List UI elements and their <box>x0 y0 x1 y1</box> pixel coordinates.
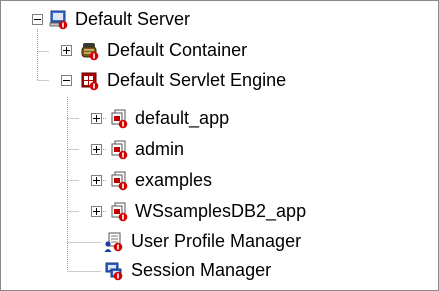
expand-default-app-toggle[interactable] <box>91 113 102 124</box>
tree-item-default-container[interactable]: Default Container <box>107 39 247 61</box>
web-app-icon <box>111 140 128 160</box>
expand-wssamplesdb2-app-toggle[interactable] <box>91 206 102 217</box>
tree-item-examples[interactable]: examples <box>135 169 212 191</box>
tree-item-admin[interactable]: admin <box>135 138 184 160</box>
expand-examples-toggle[interactable] <box>91 175 102 186</box>
expand-admin-toggle[interactable] <box>91 144 102 155</box>
server-icon <box>49 10 68 30</box>
tree-item-default-server[interactable]: Default Server <box>75 8 190 30</box>
tree-view: Default Server Default Container Default… <box>0 0 439 291</box>
web-app-icon <box>111 109 128 129</box>
tree-item-wssamplesdb2-app[interactable]: WSsamplesDB2_app <box>135 200 306 222</box>
web-app-icon <box>111 202 128 222</box>
tree-item-default-servlet-engine[interactable]: Default Servlet Engine <box>107 69 286 91</box>
expand-default-container-toggle[interactable] <box>61 45 72 56</box>
tree-item-user-profile-manager[interactable]: User Profile Manager <box>131 230 301 252</box>
collapse-default-server-toggle[interactable] <box>32 14 43 25</box>
web-app-icon <box>111 171 128 191</box>
container-icon <box>81 43 99 61</box>
session-manager-icon <box>105 262 123 281</box>
servlet-engine-icon <box>81 72 99 91</box>
tree-item-default-app[interactable]: default_app <box>135 107 229 129</box>
tree-item-session-manager[interactable]: Session Manager <box>131 259 271 281</box>
collapse-default-servlet-engine-toggle[interactable] <box>61 75 72 86</box>
user-profile-icon <box>104 232 123 252</box>
